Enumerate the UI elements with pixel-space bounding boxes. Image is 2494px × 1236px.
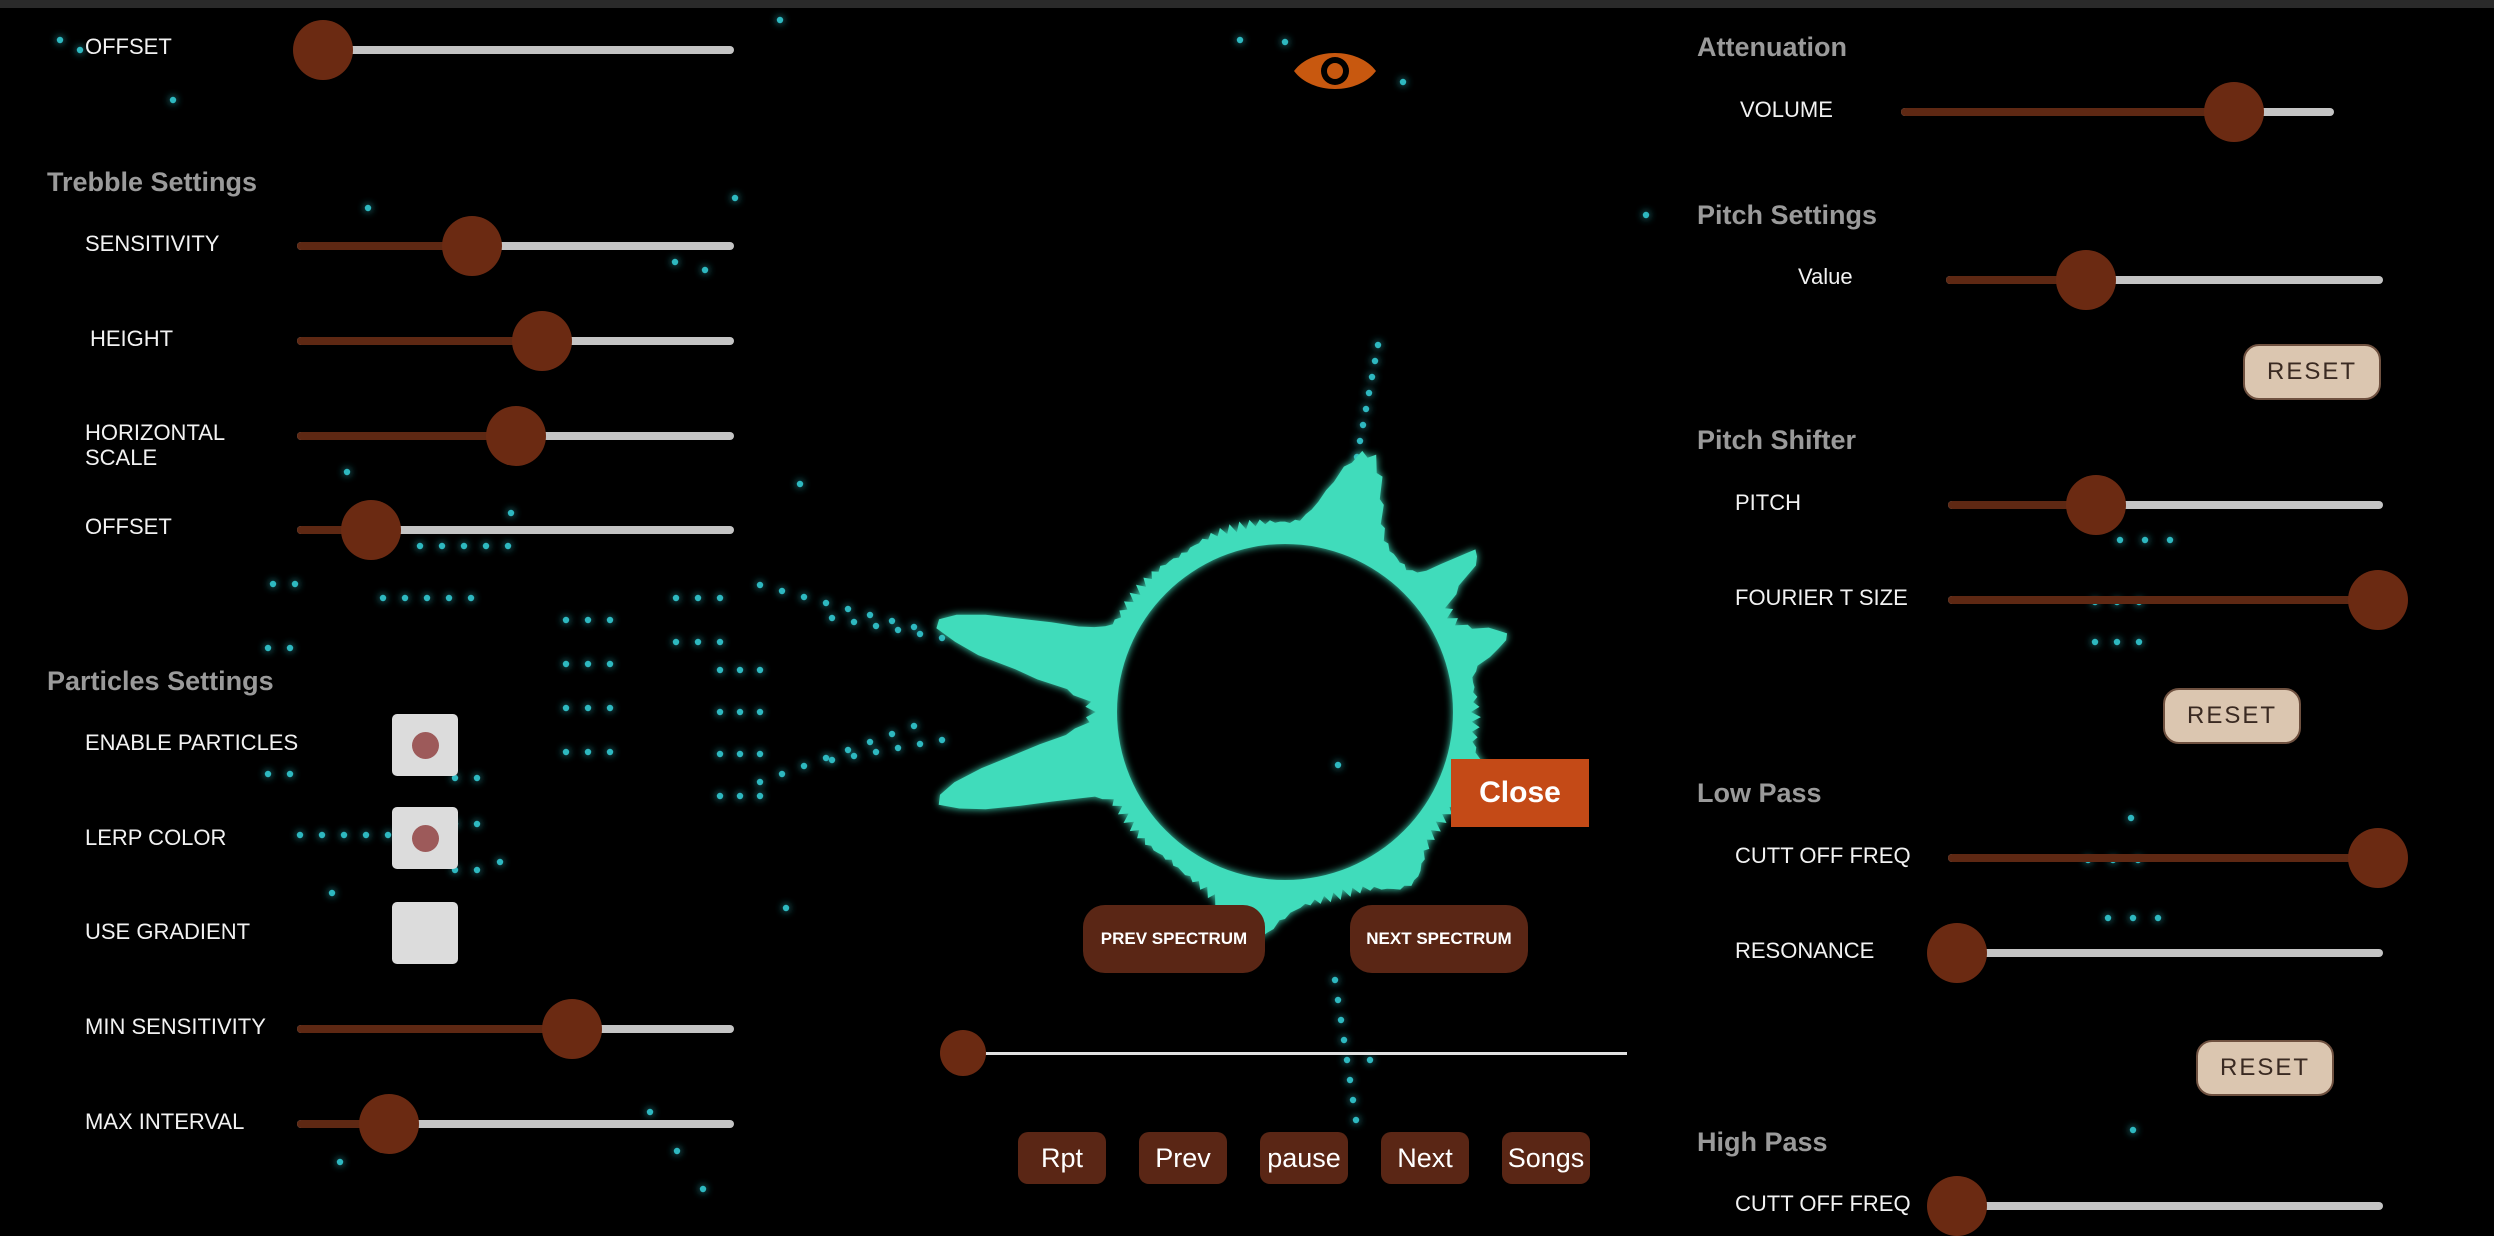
eye-icon[interactable] — [1292, 43, 1378, 99]
volume-label: VOLUME — [1740, 97, 1833, 122]
prev-spectrum-button[interactable]: PREV SPECTRUM — [1083, 905, 1265, 973]
slider-rail — [1948, 1202, 2383, 1210]
slider-knob[interactable] — [358, 1094, 419, 1154]
trebble-settings-title: Trebble Settings — [47, 167, 258, 197]
next-spectrum-button[interactable]: NEXT SPECTRUM — [1350, 905, 1528, 973]
slider-knob[interactable] — [293, 20, 354, 80]
trebble-offset-label: OFFSET — [85, 514, 172, 539]
slider-rail — [1948, 949, 2383, 957]
slider-knob[interactable] — [2348, 828, 2408, 888]
use-gradient-checkbox[interactable] — [392, 902, 458, 964]
resonance-label: RESONANCE — [1735, 938, 1875, 963]
trebble-sensitivity-label: SENSITIVITY — [85, 231, 220, 256]
attenuation-title: Attenuation — [1697, 32, 1847, 62]
enable-particles-checkbox[interactable] — [392, 714, 458, 776]
low-pass-reset-button[interactable]: RESET — [2196, 1040, 2334, 1096]
pitch-value-label: Value — [1798, 264, 1853, 289]
low-pass-cutoff-label: CUTT OFF FREQ — [1735, 843, 1911, 868]
slider-knob[interactable] — [2348, 570, 2408, 630]
slider-fill — [297, 337, 542, 345]
visualizer-canvas — [56, 16, 2174, 1193]
slider-fill — [1901, 108, 2235, 116]
check-dot — [412, 825, 439, 852]
songs-button[interactable]: Songs — [1502, 1132, 1590, 1184]
repeat-button[interactable]: Rpt — [1018, 1132, 1106, 1184]
slider-knob[interactable] — [511, 311, 572, 371]
min-sensitivity-label: MIN SENSITIVITY — [85, 1014, 266, 1039]
pause-button[interactable]: pause — [1260, 1132, 1348, 1184]
high-pass-title: High Pass — [1697, 1127, 1828, 1157]
pitch-label: PITCH — [1735, 490, 1801, 515]
seek-bar-knob[interactable] — [940, 1030, 986, 1076]
slider-knob[interactable] — [2204, 82, 2265, 142]
slider-knob[interactable] — [441, 216, 502, 276]
slider-fill — [297, 432, 516, 440]
pitch-shifter-title: Pitch Shifter — [1697, 425, 1857, 455]
next-button[interactable]: Next — [1381, 1132, 1469, 1184]
seek-bar-track[interactable] — [962, 1052, 1627, 1055]
slider-knob[interactable] — [1926, 923, 1987, 983]
high-pass-cutoff-label: CUTT OFF FREQ — [1735, 1191, 1911, 1216]
slider-fill — [1948, 596, 2378, 604]
prev-button[interactable]: Prev — [1139, 1132, 1227, 1184]
horizontal-scale-label-line2: SCALE — [85, 445, 158, 470]
pitch-settings-reset-button[interactable]: RESET — [2243, 344, 2381, 400]
use-gradient-label: USE GRADIENT — [85, 919, 251, 944]
slider-fill — [297, 1025, 573, 1033]
pitch-settings-title: Pitch Settings — [1697, 200, 1878, 230]
slider-knob[interactable] — [2055, 250, 2116, 310]
horizontal-scale-label-line1: HORIZONTAL — [85, 420, 226, 445]
lerp-color-checkbox[interactable] — [392, 807, 458, 869]
check-dot — [412, 732, 439, 759]
slider-knob[interactable] — [341, 500, 402, 560]
slider-knob[interactable] — [542, 999, 603, 1059]
slider-knob[interactable] — [2065, 475, 2126, 535]
max-interval-label: MAX INTERVAL — [85, 1109, 245, 1134]
trebble-height-label: HEIGHT — [90, 326, 174, 351]
low-pass-title: Low Pass — [1697, 778, 1822, 808]
slider-fill — [1948, 854, 2378, 862]
bass-offset-label: OFFSET — [85, 34, 172, 59]
fourier-size-label: FOURIER T SIZE — [1735, 585, 1908, 610]
pitch-shifter-reset-button[interactable]: RESET — [2163, 688, 2301, 744]
enable-particles-label: ENABLE PARTICLES — [85, 730, 299, 755]
spectrum-ring — [936, 450, 1508, 941]
slider-rail — [297, 46, 734, 54]
particles-settings-title: Particles Settings — [47, 666, 274, 696]
close-button[interactable]: Close — [1451, 759, 1589, 827]
slider-knob[interactable] — [485, 406, 546, 466]
lerp-color-label: LERP COLOR — [85, 825, 227, 850]
slider-knob[interactable] — [1926, 1176, 1987, 1236]
